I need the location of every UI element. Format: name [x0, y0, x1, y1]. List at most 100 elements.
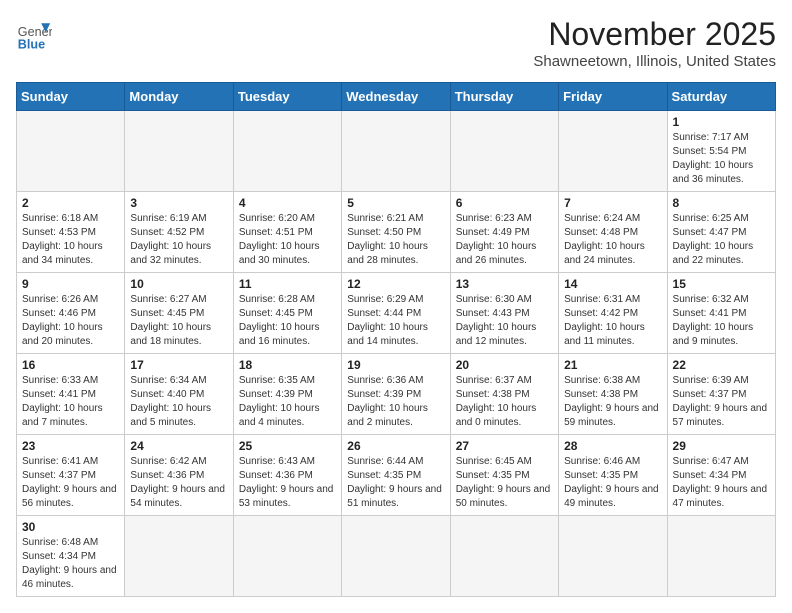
calendar-cell: 28 Sunrise: 6:46 AM Sunset: 4:35 PM Dayli…	[559, 435, 667, 516]
calendar-cell	[233, 516, 341, 597]
calendar-cell: 7 Sunrise: 6:24 AM Sunset: 4:48 PM Daylig…	[559, 192, 667, 273]
calendar-cell: 29 Sunrise: 6:47 AM Sunset: 4:34 PM Dayli…	[667, 435, 775, 516]
weekday-sunday: Sunday	[17, 83, 125, 111]
calendar-cell: 3 Sunrise: 6:19 AM Sunset: 4:52 PM Daylig…	[125, 192, 233, 273]
day-number: 4	[239, 196, 336, 210]
weekday-saturday: Saturday	[667, 83, 775, 111]
day-number: 24	[130, 439, 227, 453]
calendar-cell	[125, 516, 233, 597]
calendar-cell	[17, 111, 125, 192]
day-info: Sunrise: 6:29 AM Sunset: 4:44 PM Dayligh…	[347, 293, 444, 349]
day-number: 22	[673, 358, 770, 372]
day-info: Sunrise: 6:38 AM Sunset: 4:38 PM Dayligh…	[564, 374, 661, 430]
day-number: 11	[239, 277, 336, 291]
day-info: Sunrise: 6:30 AM Sunset: 4:43 PM Dayligh…	[456, 293, 553, 349]
day-info: Sunrise: 6:47 AM Sunset: 4:34 PM Dayligh…	[673, 455, 770, 511]
day-info: Sunrise: 6:18 AM Sunset: 4:53 PM Dayligh…	[22, 212, 119, 268]
logo: General Blue	[16, 16, 52, 52]
day-info: Sunrise: 6:23 AM Sunset: 4:49 PM Dayligh…	[456, 212, 553, 268]
day-info: Sunrise: 6:34 AM Sunset: 4:40 PM Dayligh…	[130, 374, 227, 430]
calendar-cell: 27Sunrise: 6:45 AM Sunset: 4:35 PM Dayli…	[450, 435, 558, 516]
day-number: 1	[673, 115, 770, 129]
calendar-cell	[233, 111, 341, 192]
weekday-header-row: SundayMondayTuesdayWednesdayThursdayFrid…	[17, 83, 776, 111]
day-info: Sunrise: 6:31 AM Sunset: 4:42 PM Dayligh…	[564, 293, 661, 349]
calendar-cell: 19 Sunrise: 6:36 AM Sunset: 4:39 PM Dayli…	[342, 354, 450, 435]
day-number: 27	[456, 439, 553, 453]
day-number: 29	[673, 439, 770, 453]
day-info: Sunrise: 6:37 AM Sunset: 4:38 PM Dayligh…	[456, 374, 553, 430]
day-number: 17	[130, 358, 227, 372]
day-number: 3	[130, 196, 227, 210]
calendar-cell: 22 Sunrise: 6:39 AM Sunset: 4:37 PM Dayli…	[667, 354, 775, 435]
calendar-cell: 8Sunrise: 6:25 AM Sunset: 4:47 PM Daylig…	[667, 192, 775, 273]
calendar-cell: 16Sunrise: 6:33 AM Sunset: 4:41 PM Dayli…	[17, 354, 125, 435]
calendar-cell: 2 Sunrise: 6:18 AM Sunset: 4:53 PM Daylig…	[17, 192, 125, 273]
day-number: 14	[564, 277, 661, 291]
month-year-title: November 2025	[533, 16, 776, 53]
day-number: 13	[456, 277, 553, 291]
calendar-cell: 10 Sunrise: 6:27 AM Sunset: 4:45 PM Dayli…	[125, 273, 233, 354]
day-number: 28	[564, 439, 661, 453]
calendar-cell	[559, 516, 667, 597]
day-info: Sunrise: 6:39 AM Sunset: 4:37 PM Dayligh…	[673, 374, 770, 430]
calendar-cell	[125, 111, 233, 192]
day-number: 15	[673, 277, 770, 291]
weekday-thursday: Thursday	[450, 83, 558, 111]
calendar-cell: 9Sunrise: 6:26 AM Sunset: 4:46 PM Daylig…	[17, 273, 125, 354]
calendar-week-1: 2 Sunrise: 6:18 AM Sunset: 4:53 PM Daylig…	[17, 192, 776, 273]
calendar-cell: 6 Sunrise: 6:23 AM Sunset: 4:49 PM Daylig…	[450, 192, 558, 273]
calendar-week-3: 16Sunrise: 6:33 AM Sunset: 4:41 PM Dayli…	[17, 354, 776, 435]
day-number: 20	[456, 358, 553, 372]
day-info: Sunrise: 6:25 AM Sunset: 4:47 PM Dayligh…	[673, 212, 770, 268]
day-number: 10	[130, 277, 227, 291]
day-info: Sunrise: 6:27 AM Sunset: 4:45 PM Dayligh…	[130, 293, 227, 349]
day-info: Sunrise: 6:28 AM Sunset: 4:45 PM Dayligh…	[239, 293, 336, 349]
calendar-cell	[342, 516, 450, 597]
weekday-friday: Friday	[559, 83, 667, 111]
weekday-tuesday: Tuesday	[233, 83, 341, 111]
day-info: Sunrise: 6:20 AM Sunset: 4:51 PM Dayligh…	[239, 212, 336, 268]
calendar-cell: 11 Sunrise: 6:28 AM Sunset: 4:45 PM Dayli…	[233, 273, 341, 354]
day-number: 9	[22, 277, 119, 291]
day-info: Sunrise: 6:36 AM Sunset: 4:39 PM Dayligh…	[347, 374, 444, 430]
day-info: Sunrise: 6:24 AM Sunset: 4:48 PM Dayligh…	[564, 212, 661, 268]
day-number: 16	[22, 358, 119, 372]
calendar-cell: 21 Sunrise: 6:38 AM Sunset: 4:38 PM Dayli…	[559, 354, 667, 435]
day-info: Sunrise: 6:19 AM Sunset: 4:52 PM Dayligh…	[130, 212, 227, 268]
calendar-table: SundayMondayTuesdayWednesdayThursdayFrid…	[16, 82, 776, 597]
day-number: 2	[22, 196, 119, 210]
weekday-monday: Monday	[125, 83, 233, 111]
day-number: 21	[564, 358, 661, 372]
day-info: Sunrise: 6:43 AM Sunset: 4:36 PM Dayligh…	[239, 455, 336, 511]
day-number: 6	[456, 196, 553, 210]
calendar-week-2: 9Sunrise: 6:26 AM Sunset: 4:46 PM Daylig…	[17, 273, 776, 354]
day-info: Sunrise: 6:21 AM Sunset: 4:50 PM Dayligh…	[347, 212, 444, 268]
calendar-cell: 23 Sunrise: 6:41 AM Sunset: 4:37 PM Dayli…	[17, 435, 125, 516]
svg-text:Blue: Blue	[18, 37, 45, 51]
calendar-cell: 17 Sunrise: 6:34 AM Sunset: 4:40 PM Dayli…	[125, 354, 233, 435]
calendar-cell	[667, 516, 775, 597]
calendar-cell: 5Sunrise: 6:21 AM Sunset: 4:50 PM Daylig…	[342, 192, 450, 273]
day-number: 19	[347, 358, 444, 372]
calendar-cell: 13 Sunrise: 6:30 AM Sunset: 4:43 PM Dayli…	[450, 273, 558, 354]
title-area: November 2025 Shawneetown, Illinois, Uni…	[533, 16, 776, 70]
calendar-cell: 20 Sunrise: 6:37 AM Sunset: 4:38 PM Dayli…	[450, 354, 558, 435]
day-info: Sunrise: 6:46 AM Sunset: 4:35 PM Dayligh…	[564, 455, 661, 511]
day-info: Sunrise: 6:41 AM Sunset: 4:37 PM Dayligh…	[22, 455, 119, 511]
day-info: Sunrise: 7:17 AM Sunset: 5:54 PM Dayligh…	[673, 131, 770, 187]
location-subtitle: Shawneetown, Illinois, United States	[533, 53, 776, 70]
calendar-cell: 18Sunrise: 6:35 AM Sunset: 4:39 PM Dayli…	[233, 354, 341, 435]
calendar-week-5: 30 Sunrise: 6:48 AM Sunset: 4:34 PM Dayli…	[17, 516, 776, 597]
day-info: Sunrise: 6:42 AM Sunset: 4:36 PM Dayligh…	[130, 455, 227, 511]
calendar-cell: 30 Sunrise: 6:48 AM Sunset: 4:34 PM Dayli…	[17, 516, 125, 597]
day-number: 23	[22, 439, 119, 453]
calendar-cell: 14 Sunrise: 6:31 AM Sunset: 4:42 PM Dayli…	[559, 273, 667, 354]
day-number: 30	[22, 520, 119, 534]
calendar-cell: 26Sunrise: 6:44 AM Sunset: 4:35 PM Dayli…	[342, 435, 450, 516]
day-info: Sunrise: 6:44 AM Sunset: 4:35 PM Dayligh…	[347, 455, 444, 511]
logo-icon: General Blue	[16, 16, 52, 52]
day-info: Sunrise: 6:48 AM Sunset: 4:34 PM Dayligh…	[22, 536, 119, 592]
calendar-cell	[450, 111, 558, 192]
day-number: 7	[564, 196, 661, 210]
